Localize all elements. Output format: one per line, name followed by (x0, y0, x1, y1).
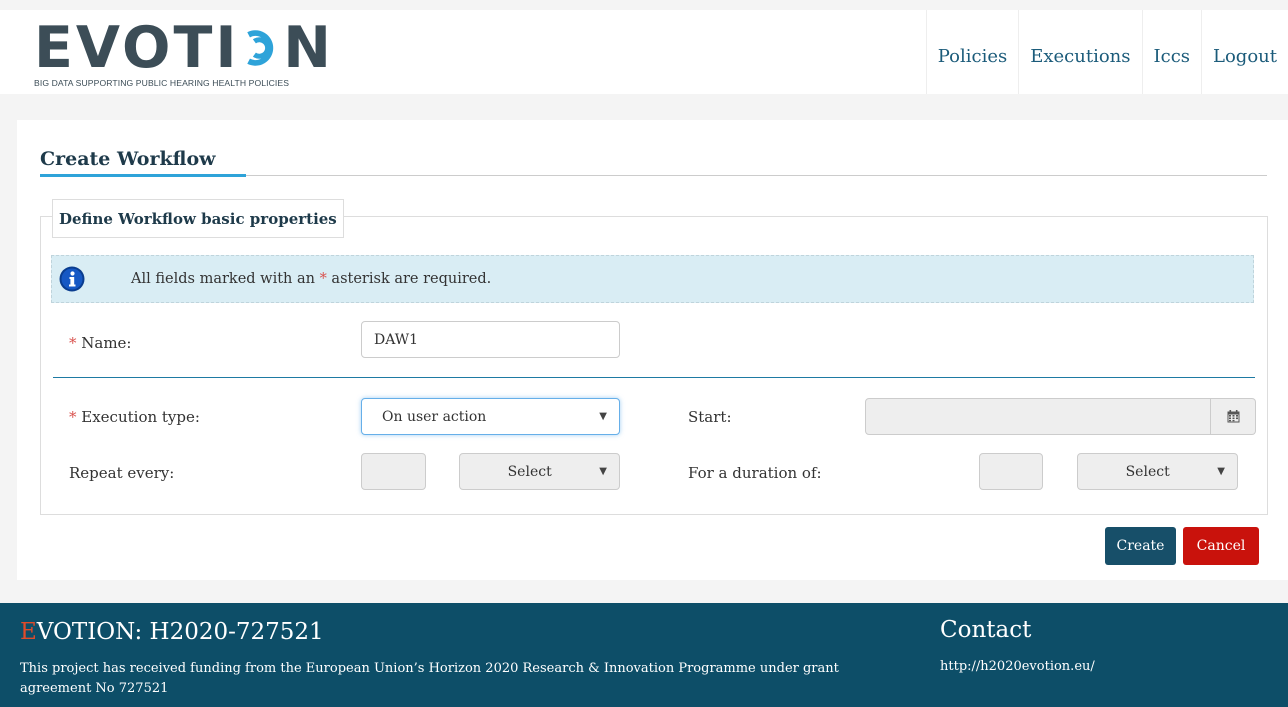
chevron-down-icon: ▼ (1217, 466, 1225, 477)
site-header: EVOTI N BIG DATA SUPPORTING PUBLIC HEARI… (0, 10, 1288, 94)
footer-title-rest: VOTION: H2020-727521 (36, 619, 324, 645)
info-text-end: asterisk are required. (326, 271, 492, 287)
repeat-every-label: Repeat every: (69, 464, 175, 482)
required-asterisk: * (69, 334, 77, 352)
info-text-start: All fields marked with an (131, 271, 320, 287)
cancel-button[interactable]: Cancel (1183, 527, 1259, 565)
nav-link-policies[interactable]: Policies (925, 10, 1018, 94)
nav-link-logout[interactable]: Logout (1201, 10, 1288, 94)
name-input[interactable]: DAW1 (361, 321, 620, 358)
main-panel: Create Workflow Define Workflow basic pr… (17, 120, 1288, 580)
repeat-every-unit-select[interactable]: Select ▼ (459, 453, 620, 490)
chevron-down-icon: ▼ (599, 411, 607, 422)
footer-contact-link[interactable]: http://h2020evotion.eu/ (940, 659, 1095, 674)
start-label: Start: (688, 408, 732, 426)
evotion-logo[interactable]: EVOTI N BIG DATA SUPPORTING PUBLIC HEARI… (34, 15, 334, 94)
calendar-icon (1227, 410, 1239, 423)
logo-ear-o-icon (246, 30, 273, 66)
logo-text-left: EVOTI (34, 15, 240, 81)
calendar-button[interactable] (1211, 398, 1256, 435)
footer-funding-text: This project has received funding from t… (20, 661, 839, 696)
workflow-properties-fieldset: Define Workflow basic properties All fie… (40, 199, 1268, 515)
chevron-down-icon: ▼ (599, 466, 607, 477)
logo-tagline: BIG DATA SUPPORTING PUBLIC HEARING HEALT… (34, 78, 290, 88)
logo-text-right: N (283, 15, 334, 81)
fieldset-legend: Define Workflow basic properties (52, 199, 344, 238)
info-asterisk: * (319, 271, 327, 287)
footer-title-initial: E (20, 619, 37, 645)
start-date-picker (865, 398, 1256, 435)
info-circle-icon (59, 266, 85, 292)
name-label-text: Name: (76, 334, 132, 352)
nav-link-iccs[interactable]: Iccs (1141, 10, 1202, 94)
execution-type-label-text: Execution type: (76, 408, 200, 426)
duration-unit-value: Select (1125, 463, 1170, 480)
nav-link-executions[interactable]: Executions (1018, 10, 1141, 94)
execution-type-value: On user action (382, 408, 487, 425)
required-fields-info-alert: All fields marked with an * asterisk are… (51, 255, 1254, 303)
duration-input[interactable] (979, 453, 1043, 490)
execution-type-label: * Execution type: (69, 408, 200, 426)
footer-contact-title: Contact (940, 617, 1032, 643)
duration-label: For a duration of: (688, 464, 822, 482)
section-divider (53, 377, 1255, 378)
create-button[interactable]: Create (1105, 527, 1176, 565)
name-label: * Name: (69, 334, 132, 352)
execution-type-select[interactable]: On user action ▼ (361, 398, 620, 435)
start-date-input[interactable] (865, 398, 1211, 435)
info-text: All fields marked with an * asterisk are… (131, 271, 491, 287)
footer-title: EVOTION: H2020-727521 (20, 619, 324, 645)
title-underline-accent (40, 174, 246, 177)
required-asterisk: * (69, 408, 77, 426)
duration-unit-select[interactable]: Select ▼ (1077, 453, 1238, 490)
repeat-every-input[interactable] (361, 453, 426, 490)
name-input-value: DAW1 (374, 331, 419, 348)
main-nav: Policies Executions Iccs Logout (925, 10, 1288, 94)
site-footer: EVOTION: H2020-727521 This project has r… (0, 603, 1288, 707)
logo-wordmark: EVOTI N (34, 15, 334, 81)
page-title: Create Workflow (40, 148, 216, 170)
repeat-every-unit-value: Select (507, 463, 552, 480)
